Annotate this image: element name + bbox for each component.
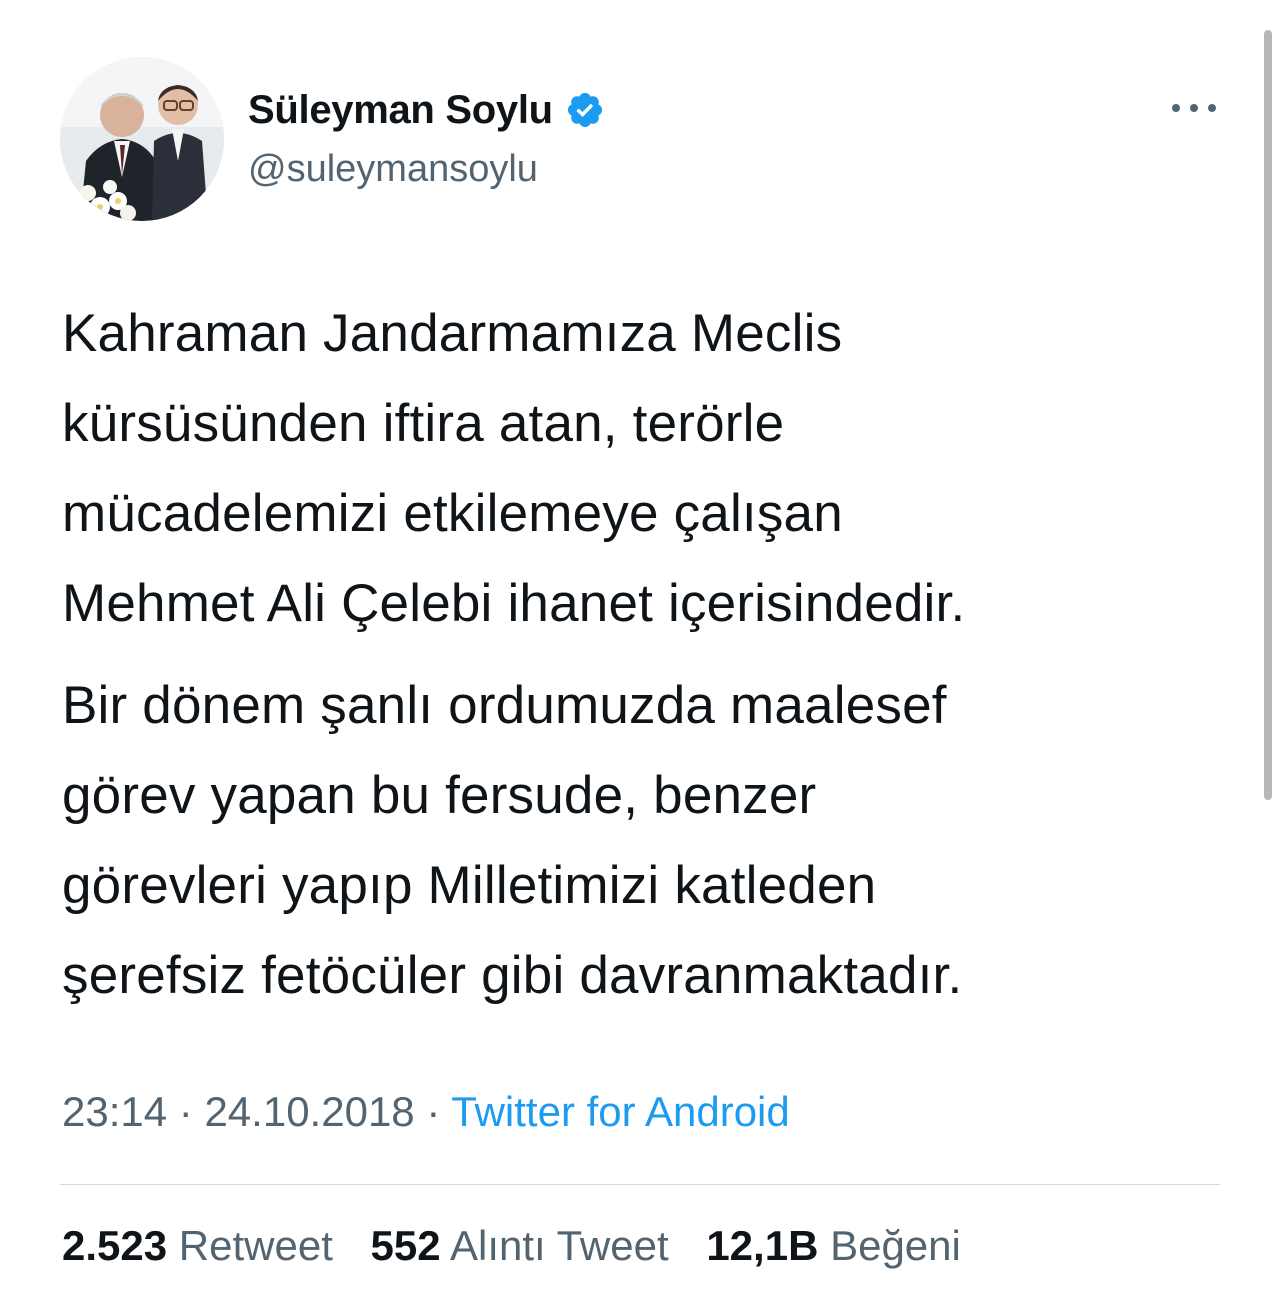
avatar[interactable] <box>60 57 224 221</box>
more-dot <box>1172 104 1180 112</box>
tweet-time[interactable]: 23:14 <box>62 1088 167 1135</box>
tweet-text-line: Bir dönem şanlı ordumuzda maalesef <box>62 676 947 735</box>
tweet-text-line: şerefsiz fetöcüler gibi davranmaktadır. <box>62 946 963 1005</box>
quotes-stat[interactable]: 552 Alıntı Tweet <box>371 1222 669 1270</box>
avatar-photo <box>60 57 224 221</box>
retweets-stat[interactable]: 2.523 Retweet <box>62 1222 333 1270</box>
tweet-stats: 2.523 Retweet 552 Alıntı Tweet 12,1B Beğ… <box>62 1222 987 1270</box>
meta-separator: · <box>178 1088 193 1135</box>
author-handle[interactable]: @suleymansoylu <box>248 148 538 191</box>
quotes-count: 552 <box>370 1222 441 1269</box>
more-dot <box>1208 104 1216 112</box>
author-display-name[interactable]: Süleyman Soylu <box>248 88 553 133</box>
retweets-label: Retweet <box>178 1222 333 1269</box>
tweet-source-link[interactable]: Twitter for Android <box>451 1088 789 1135</box>
tweet-text-line: Kahraman Jandarmamıza Meclis <box>62 304 843 363</box>
tweet-paragraph-2: Bir dönem şanlı ordumuzda maalesef görev… <box>62 661 1232 1021</box>
tweet-meta: 23:14 · 24.10.2018 · Twitter for Android <box>62 1088 790 1136</box>
tweet-text-line: görevleri yapıp Milletimizi katleden <box>62 856 877 915</box>
meta-separator: · <box>426 1088 441 1135</box>
quotes-label: Alıntı Tweet <box>449 1222 669 1269</box>
tweet-text-line: mücadelemizi etkilemeye çalışan <box>62 484 843 543</box>
divider <box>60 1184 1220 1185</box>
likes-stat[interactable]: 12,1B Beğeni <box>706 1222 961 1270</box>
more-options-icon[interactable] <box>1170 92 1218 124</box>
verified-badge-icon <box>565 90 605 130</box>
likes-count: 12,1B <box>706 1222 819 1269</box>
scrollbar[interactable] <box>1264 30 1272 800</box>
tweet-paragraph-1: Kahraman Jandarmamıza Meclis kürsüsünden… <box>62 289 1232 649</box>
author-name-row: Süleyman Soylu <box>248 84 605 136</box>
likes-label: Beğeni <box>830 1222 961 1269</box>
tweet-text-line: Mehmet Ali Çelebi ihanet içerisindedir. <box>62 574 966 633</box>
retweets-count: 2.523 <box>62 1222 168 1269</box>
tweet-card: Süleyman Soylu @suleymansoylu Kahraman J… <box>0 0 1280 1296</box>
more-dot <box>1190 104 1198 112</box>
tweet-text-line: görev yapan bu fersude, benzer <box>62 766 817 825</box>
tweet-date[interactable]: 24.10.2018 <box>204 1088 414 1135</box>
tweet-text-line: kürsüsünden iftira atan, terörle <box>62 394 785 453</box>
